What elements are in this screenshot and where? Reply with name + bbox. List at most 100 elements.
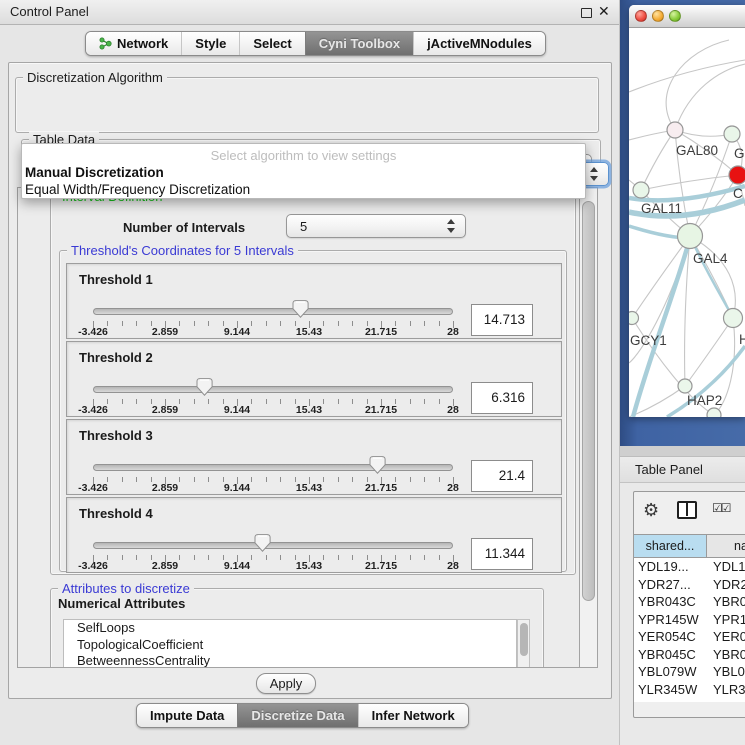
table-row[interactable]: YBL079WYBL0	[634, 663, 745, 681]
threshold-value-field[interactable]: 14.713	[471, 304, 533, 336]
tab-label: Select	[253, 36, 291, 51]
slider-tick-label: 9.144	[212, 560, 262, 572]
table-row[interactable]: YPR145WYPR1	[634, 611, 745, 629]
network-node-c[interactable]	[729, 166, 745, 184]
attribute-item-selfloops[interactable]: SelfLoops	[64, 620, 516, 637]
slider-tick-label: 15.43	[284, 482, 334, 494]
dropdown-option-equal-width-frequency[interactable]: Equal Width/Frequency Discretization	[25, 182, 571, 197]
slider-thumb[interactable]	[369, 456, 386, 474]
slider-tick	[439, 399, 440, 404]
slider-tick	[194, 555, 195, 560]
slider-tick	[223, 555, 224, 560]
slider-tick	[323, 477, 324, 482]
node-label: H	[739, 332, 745, 347]
network-node-gcy1[interactable]	[629, 312, 639, 325]
control-panel-window: Control Panel ✕ NetworkStyleSelectCyni T…	[0, 0, 620, 745]
close-traffic-icon[interactable]	[635, 10, 647, 22]
number-of-intervals-value: 5	[300, 215, 307, 238]
tab-discretize-data[interactable]: Discretize Data	[237, 704, 357, 727]
network-window-titlebar[interactable]	[629, 5, 745, 28]
cell-shared-name: YDL19...	[634, 558, 707, 576]
threshold-value-field[interactable]: 11.344	[471, 538, 533, 570]
numerical-attributes-list[interactable]: SelfLoopsTopologicalCoefficientBetweenne…	[63, 619, 517, 668]
table-row[interactable]: YDL19...YDL1	[634, 558, 745, 576]
slider-tick	[179, 477, 180, 482]
checkbox-pair-icon[interactable]: ☑☑	[712, 501, 730, 515]
table-header-name[interactable]: na	[707, 535, 745, 558]
threshold-value-field[interactable]: 21.4	[471, 460, 533, 492]
panel-divider[interactable]	[620, 446, 745, 457]
slider-tick	[323, 399, 324, 404]
slider-tick	[136, 555, 137, 560]
tab-select[interactable]: Select	[239, 32, 304, 55]
scrollbar-thumb[interactable]	[582, 201, 595, 601]
network-node-g.[interactable]	[724, 126, 740, 142]
slider-track[interactable]	[93, 542, 453, 549]
minimize-traffic-icon[interactable]	[652, 10, 664, 22]
tab-jactivemnodules[interactable]: jActiveMNodules	[413, 32, 545, 55]
tab-label: jActiveMNodules	[427, 36, 532, 51]
slider-tick-label: -3.426	[68, 326, 118, 338]
tab-cyni-toolbox[interactable]: Cyni Toolbox	[305, 32, 413, 55]
gear-icon[interactable]: ⚙	[643, 501, 659, 519]
slider-tick	[352, 399, 353, 404]
attribute-item-topologicalcoefficient[interactable]: TopologicalCoefficient	[64, 637, 516, 654]
slider-tick	[280, 399, 281, 404]
settings-vertical-scrollbar[interactable]	[579, 187, 598, 668]
apply-button[interactable]: Apply	[256, 673, 316, 694]
network-node-gal4[interactable]	[678, 224, 703, 249]
slider-thumb[interactable]	[254, 534, 271, 552]
slider-tick	[194, 477, 195, 482]
slider-tick-label: 2.859	[140, 560, 190, 572]
table-row[interactable]: YLR345WYLR3	[634, 681, 745, 699]
slider-thumb[interactable]	[196, 378, 213, 396]
dropdown-option-manual-discretization[interactable]: Manual Discretization	[25, 165, 571, 180]
threshold-label: Threshold 2	[79, 350, 153, 365]
cell-name: YDL1	[707, 558, 745, 576]
table-row[interactable]: YBR045CYBR0	[634, 646, 745, 664]
settings-scroll-viewport: Interval Definition Number of Intervals …	[17, 187, 579, 668]
node-label: GCY1	[630, 333, 667, 348]
table-row[interactable]: YBR043CYBR0	[634, 593, 745, 611]
zoom-traffic-icon[interactable]	[669, 10, 681, 22]
attributes-list-scrollbar[interactable]	[517, 619, 530, 668]
table-panel-box: ⚙ ☑☑ shared... na YDL19...YDL1YDR27...YD…	[633, 491, 745, 718]
tab-network[interactable]: Network	[86, 32, 181, 55]
number-of-intervals-combobox[interactable]: 5	[286, 214, 466, 238]
slider-thumb[interactable]	[292, 300, 309, 318]
network-node-unlabeled[interactable]	[707, 408, 721, 417]
slider-tick	[107, 399, 108, 404]
slider-track[interactable]	[93, 464, 453, 471]
scrollbar-thumb[interactable]	[520, 623, 528, 656]
tab-label: Infer Network	[372, 708, 455, 723]
slider-track[interactable]	[93, 308, 453, 315]
table-row[interactable]: YDR27...YDR2	[634, 576, 745, 594]
slider-tick-label: 15.43	[284, 560, 334, 572]
threshold-panel-2: Threshold 2-3.4262.8599.14415.4321.71528…	[66, 341, 562, 417]
cell-name: YBR0	[707, 593, 745, 611]
tab-label: Cyni Toolbox	[319, 36, 400, 51]
table-row[interactable]: YER054CYER0	[634, 628, 745, 646]
network-node-gal11[interactable]	[633, 182, 649, 198]
tab-label: Discretize Data	[251, 708, 344, 723]
tab-style[interactable]: Style	[181, 32, 239, 55]
float-icon[interactable]	[581, 8, 592, 18]
network-node-gal80[interactable]	[667, 122, 683, 138]
threshold-value-field[interactable]: 6.316	[471, 382, 533, 414]
cell-shared-name: YER054C	[634, 628, 707, 646]
network-canvas[interactable]: GAL80G.CGAL11GAL4GCY1HHAP2	[629, 28, 745, 417]
slider-tick	[151, 399, 152, 404]
tab-impute-data[interactable]: Impute Data	[137, 704, 237, 727]
network-node-hap2[interactable]	[678, 379, 692, 393]
slider-tick-label: 9.144	[212, 404, 262, 416]
slider-tick	[295, 555, 296, 560]
column-selector-icon[interactable]	[677, 501, 697, 519]
slider-tick	[410, 321, 411, 326]
slider-track[interactable]	[93, 386, 453, 393]
tab-infer-network[interactable]: Infer Network	[358, 704, 468, 727]
attribute-item-betweennesscentrality[interactable]: BetweennessCentrality	[64, 653, 516, 668]
close-icon[interactable]: ✕	[598, 3, 610, 20]
table-header-shared-name[interactable]: shared...	[634, 535, 707, 558]
network-node-h[interactable]	[724, 309, 743, 328]
cell-name: YBR0	[707, 646, 745, 664]
